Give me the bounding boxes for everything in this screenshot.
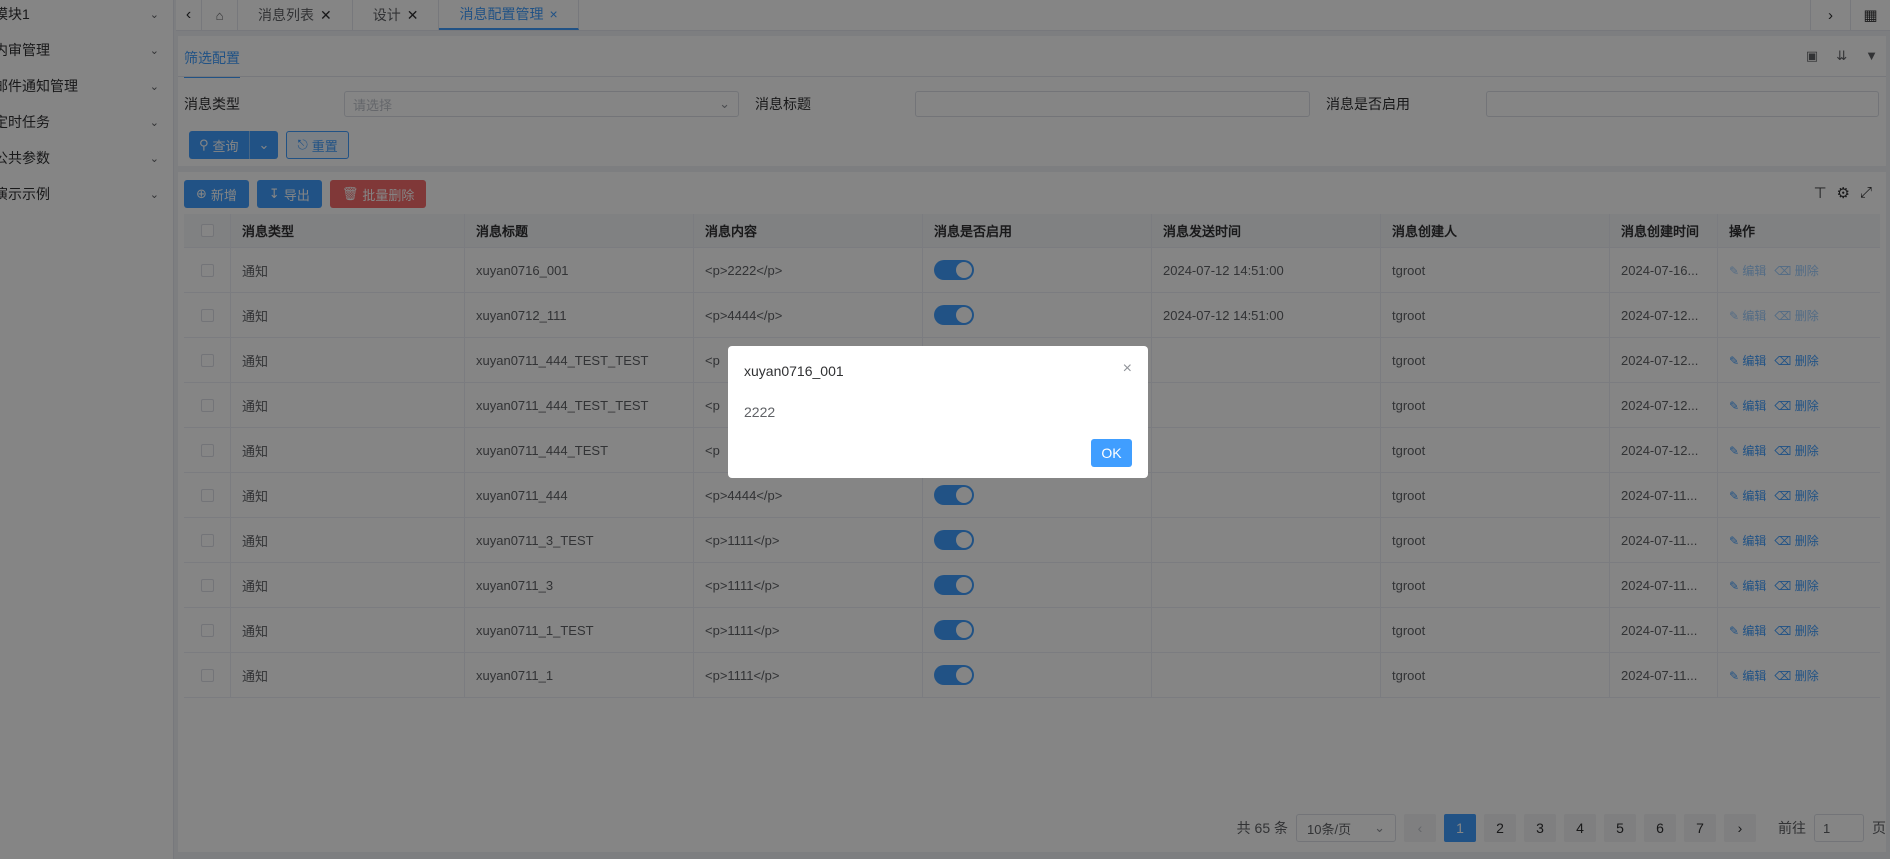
ok-button[interactable]: OK — [1091, 439, 1132, 467]
dialog-title: xuyan0716_001 — [744, 363, 844, 379]
dialog-message: 2222 — [744, 404, 776, 420]
message-dialog: xuyan0716_001 × 2222 OK — [728, 346, 1148, 478]
close-icon[interactable]: × — [1123, 360, 1132, 378]
